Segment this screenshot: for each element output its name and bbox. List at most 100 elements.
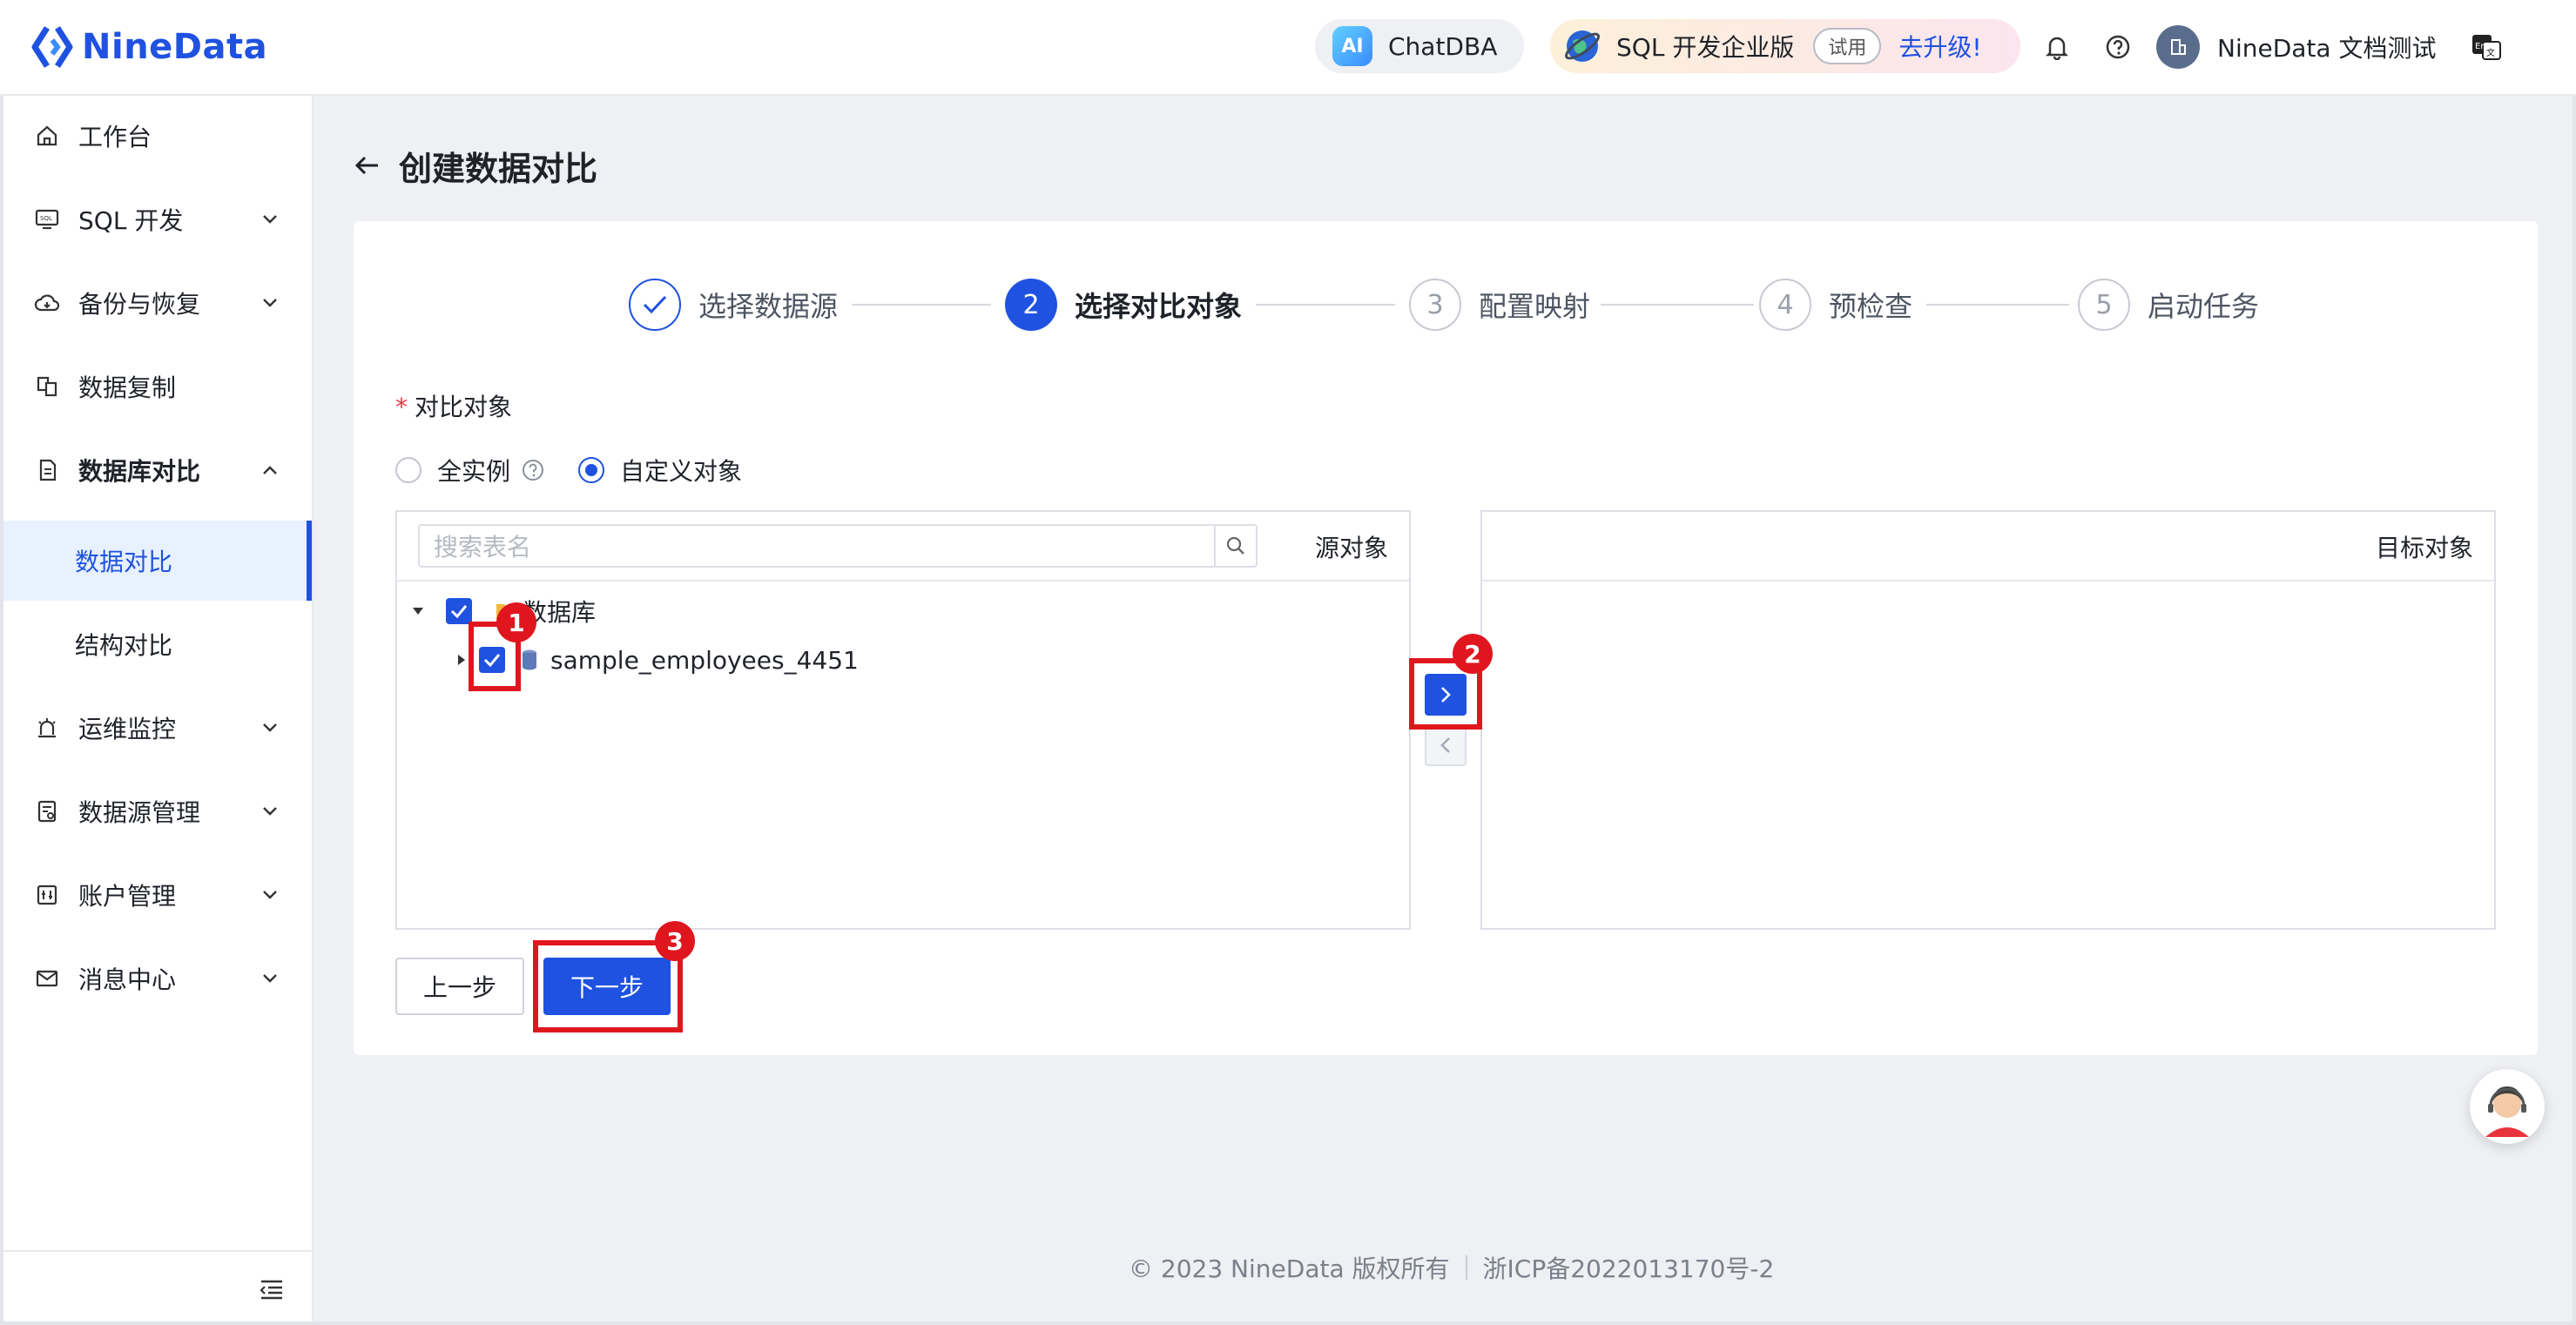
datasource-icon bbox=[33, 797, 61, 825]
top-bar: NineData AI ChatDBA SQL 开发企业版 试用 去升级! Ni… bbox=[0, 0, 2576, 96]
chatdba-label: ChatDBA bbox=[1388, 31, 1498, 61]
table-search bbox=[418, 524, 1258, 568]
chevron-down-icon bbox=[260, 209, 280, 230]
check-icon bbox=[629, 279, 681, 331]
step-connector bbox=[1601, 304, 1754, 306]
bell-icon[interactable] bbox=[2040, 30, 2074, 64]
caret-down-icon[interactable] bbox=[409, 602, 427, 620]
root-checkbox[interactable] bbox=[446, 598, 472, 624]
svg-text:SQL: SQL bbox=[40, 215, 52, 222]
chevron-down-icon bbox=[260, 293, 280, 313]
mail-icon bbox=[33, 965, 61, 992]
step-label: 配置映射 bbox=[1479, 290, 1591, 323]
step-label: 启动任务 bbox=[2148, 290, 2260, 323]
sidebar-item-label: 结构对比 bbox=[75, 631, 173, 660]
chevron-down-icon bbox=[260, 968, 280, 989]
radio-all-instance[interactable] bbox=[395, 457, 421, 483]
sql-icon: SQL bbox=[33, 205, 61, 233]
edition-banner: SQL 开发企业版 试用 去升级! bbox=[1550, 19, 2020, 73]
radio-all-label[interactable]: 全实例 bbox=[437, 453, 510, 488]
help-circle-icon[interactable] bbox=[521, 458, 545, 482]
home-icon bbox=[33, 122, 61, 150]
chevron-down-icon bbox=[260, 884, 280, 905]
sidebar-item-datasource[interactable]: 数据源管理 bbox=[3, 771, 312, 851]
sidebar-item-structure-compare[interactable]: 结构对比 bbox=[3, 604, 312, 684]
icp-link[interactable]: 浙ICP备2022013170号-2 bbox=[1483, 1250, 1775, 1285]
ai-icon: AI bbox=[1332, 26, 1372, 66]
step-5: 5 启动任务 bbox=[2078, 277, 2259, 333]
object-scope-radio-group: 全实例 自定义对象 bbox=[395, 449, 742, 491]
database-icon bbox=[523, 649, 536, 670]
avatar bbox=[2156, 25, 2200, 69]
required-mark: * bbox=[395, 393, 408, 421]
sidebar-divider bbox=[3, 1250, 312, 1252]
sidebar-item-label: 数据对比 bbox=[75, 548, 173, 576]
ninedata-logo-icon bbox=[31, 26, 73, 68]
help-icon[interactable] bbox=[2101, 30, 2135, 64]
sidebar-item-backup[interactable]: 备份与恢复 bbox=[3, 263, 312, 343]
sidebar-item-data-compare[interactable]: 数据对比 bbox=[3, 521, 312, 601]
chatdba-button[interactable]: AI ChatDBA bbox=[1315, 19, 1524, 73]
step-label: 预检查 bbox=[1829, 290, 1913, 323]
sidebar-item-label: 消息中心 bbox=[78, 965, 177, 994]
replication-icon bbox=[33, 373, 61, 400]
field-label-text: 对比对象 bbox=[415, 393, 513, 421]
page-title: 创建数据对比 bbox=[399, 149, 598, 188]
sidebar-item-messages[interactable]: 消息中心 bbox=[3, 938, 312, 1019]
globe-icon bbox=[1565, 30, 1600, 62]
caret-right-icon[interactable] bbox=[453, 651, 470, 669]
copyright-text: © 2023 NineData 版权所有 bbox=[1129, 1254, 1450, 1283]
radio-custom-object[interactable] bbox=[578, 457, 605, 483]
database-name: sample_employees_4451 bbox=[550, 645, 859, 675]
trial-badge: 试用 bbox=[1813, 28, 1882, 64]
chevron-down-icon bbox=[260, 801, 280, 822]
source-panel-header: 源对象 bbox=[397, 512, 1409, 582]
target-panel-title: 目标对象 bbox=[2375, 534, 2473, 562]
step-2: 2 选择对比对象 bbox=[1005, 277, 1242, 333]
step-connector bbox=[1926, 304, 2069, 306]
user-menu[interactable]: NineData 文档测试 bbox=[2156, 24, 2436, 70]
sidebar-item-replication[interactable]: 数据复制 bbox=[3, 346, 312, 427]
main-card: 选择数据源 2 选择对比对象 3 配置映射 4 预检查 5 启动任务 * 对比对象… bbox=[354, 221, 2538, 1055]
annotation-badge-3: 3 bbox=[655, 921, 695, 961]
building-icon bbox=[2171, 39, 2186, 55]
cloud-backup-icon bbox=[33, 289, 61, 317]
chevron-left-icon bbox=[1440, 737, 1450, 753]
step-4: 4 预检查 bbox=[1759, 277, 1912, 333]
support-assistant-avatar[interactable] bbox=[2470, 1069, 2545, 1144]
step-connector bbox=[852, 304, 991, 306]
language-icon[interactable]: En 文 bbox=[2468, 29, 2505, 65]
sidebar-item-label: 备份与恢复 bbox=[78, 290, 201, 319]
sidebar-item-monitoring[interactable]: 运维监控 bbox=[3, 688, 312, 768]
source-panel-title: 源对象 bbox=[1314, 534, 1388, 562]
upgrade-link[interactable]: 去升级! bbox=[1898, 29, 1981, 64]
move-left-button[interactable] bbox=[1425, 724, 1467, 766]
search-input[interactable] bbox=[432, 529, 1219, 564]
sidebar-item-db-compare[interactable]: 数据库对比 bbox=[3, 430, 312, 510]
target-panel-header: 目标对象 bbox=[1482, 512, 2494, 582]
brand-name: NineData bbox=[82, 27, 268, 67]
alarm-icon bbox=[33, 714, 61, 742]
chevron-up-icon bbox=[260, 460, 280, 481]
back-arrow-icon[interactable] bbox=[352, 150, 383, 181]
user-name: NineData 文档测试 bbox=[2217, 34, 2437, 63]
account-icon bbox=[33, 881, 61, 909]
radio-custom-label[interactable]: 自定义对象 bbox=[620, 453, 742, 488]
sidebar-item-label: 工作台 bbox=[78, 123, 152, 151]
step-number: 4 bbox=[1759, 279, 1811, 331]
svg-text:文: 文 bbox=[2486, 47, 2495, 58]
sidebar-item-workbench[interactable]: 工作台 bbox=[3, 96, 312, 176]
step-label: 选择对比对象 bbox=[1075, 290, 1243, 323]
footer-divider bbox=[1465, 1255, 1467, 1280]
collapse-sidebar-icon[interactable] bbox=[256, 1275, 286, 1304]
annotation-badge-2: 2 bbox=[1453, 634, 1493, 674]
previous-step-button[interactable]: 上一步 bbox=[395, 958, 524, 1015]
brand-logo[interactable]: NineData bbox=[31, 21, 267, 73]
annotation-badge-1: 1 bbox=[496, 602, 536, 642]
sidebar-item-label: 数据库对比 bbox=[78, 457, 201, 486]
sidebar-item-label: 运维监控 bbox=[78, 715, 177, 743]
sidebar-item-account[interactable]: 账户管理 bbox=[3, 855, 312, 935]
sidebar-item-sql-dev[interactable]: SQL SQL 开发 bbox=[3, 179, 312, 259]
target-object-panel: 目标对象 bbox=[1480, 510, 2496, 930]
search-icon[interactable] bbox=[1214, 526, 1256, 566]
